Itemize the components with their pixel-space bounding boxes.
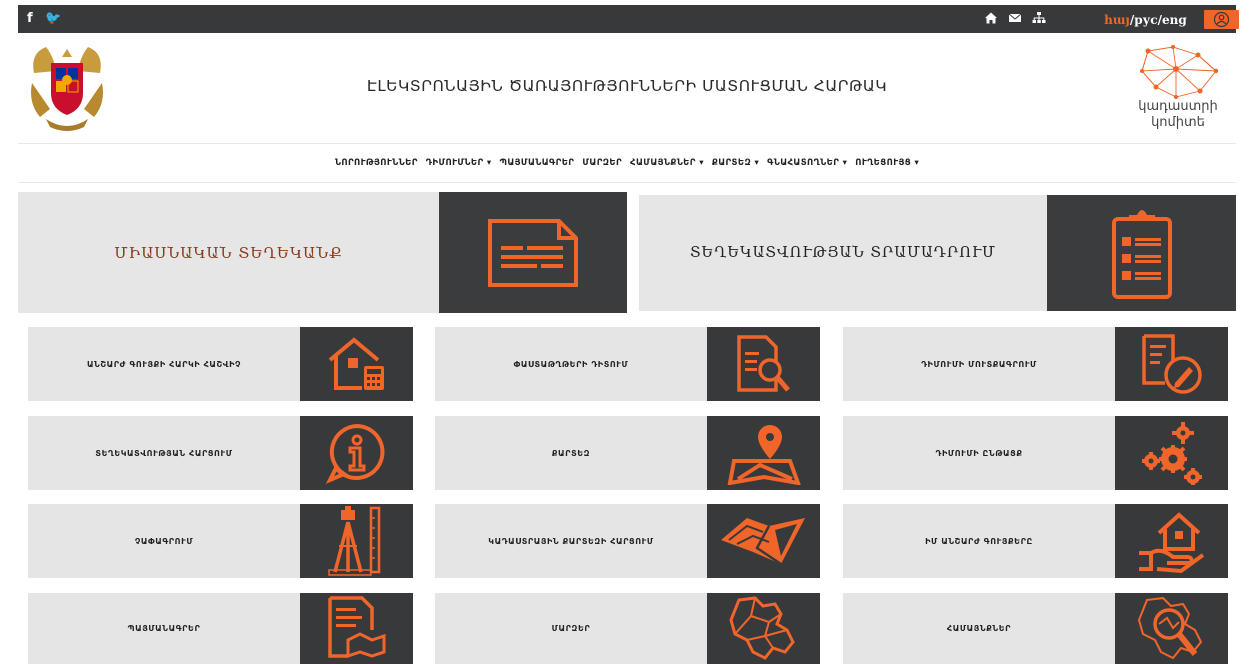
house-calculator-icon (300, 327, 413, 401)
community-search-icon (1115, 593, 1228, 664)
lang-rest[interactable]: /рус/eng (1130, 13, 1187, 27)
user-icon (1213, 11, 1230, 28)
tile-label: ԴԻՄՈՒՄԻ ԸՆԹԱՑՔ (935, 448, 1023, 458)
logo-caption: կադաստրի կոմիտե (1128, 99, 1228, 131)
tax-calculator-tile[interactable]: ԱՆՇԱՐԺ ԳՈՒՅՔԻ ՀԱՐԿԻ ՀԱՇՎԻՉ (28, 327, 413, 401)
nav-item-contracts[interactable]: ՊԱՅՄԱՆԱԳՐԵՐ (500, 158, 575, 168)
information-provision-tile[interactable]: ՏԵՂԵԿԱՏՎՈՒԹՅԱՆ ՏՐԱՄԱԴՐՈՒՄ (639, 195, 1236, 311)
top-bar: f 🐦 հայ/рус/eng (18, 5, 1239, 33)
site-title: ԷԼԵԿՏՐՈՆԱՅԻՆ ԾԱՌԱՅՈՒԹՅՈՒՆՆԵՐԻ ՄԱՏՈՒՑՄԱՆ … (366, 77, 888, 95)
document-search-icon (707, 327, 820, 401)
nav-item-appraisers[interactable]: ԳՆԱՀԱՏՈՂՆԵՐ ▾ (767, 158, 847, 168)
mail-icon[interactable] (1008, 11, 1022, 25)
tile-label: ԿԱԴԱՍՏՐԱՅԻՆ ՔԱՐՏԵԶԻ ՀԱՐՑՈՒՄ (488, 536, 654, 546)
top-icons (984, 11, 1046, 25)
site-header: ԷԼԵԿՏՐՈՆԱՅԻՆ ԾԱՌԱՅՈՒԹՅՈՒՆՆԵՐԻ ՄԱՏՈՒՑՄԱՆ … (18, 33, 1236, 143)
language-switcher[interactable]: հայ/рус/eng (1104, 13, 1187, 27)
document-icon (439, 192, 627, 313)
info-icon (300, 416, 413, 490)
cadastre-committee-logo[interactable] (1128, 43, 1228, 103)
logo-caption-line-1: կադաստրի (1138, 99, 1218, 114)
communities-tile[interactable]: ՀԱՄԱՅՆՔՆԵՐ (843, 593, 1228, 664)
user-button[interactable] (1204, 10, 1239, 29)
documents-view-tile[interactable]: ՓԱՍՏԱԹՂԹԵՐԻ ԴԻՏՈՒՄ (435, 327, 820, 401)
nav-item-guide[interactable]: ՈՒՂԵՑՈՒՅՑ ▾ (855, 158, 919, 168)
main-nav: ՆՈՐՈՒԹՅՈՒՆՆԵՐ ԴԻՄՈՒՄՆԵՐ ▾ ՊԱՅՄԱՆԱԳՐԵՐ ՄԱ… (18, 143, 1236, 183)
unified-certificate-tile[interactable]: ՄԻԱՍՆԱԿԱՆ ՏԵՂԵԿԱՆՔ (18, 192, 627, 313)
logo-caption-line-2: կոմիտե (1151, 115, 1205, 130)
contracts-tile[interactable]: ՊԱՅՄԱՆԱԳՐԵՐ (28, 593, 413, 664)
tile-label: ԴԻՄՈՒՄԻ ՄՈՒՏՔԱԳՐՈՒՄ (921, 359, 1037, 369)
clipboard-icon (1047, 195, 1236, 311)
nav-item-map[interactable]: ՔԱՐՏԵԶ ▾ (712, 158, 759, 168)
application-progress-tile[interactable]: ԴԻՄՈՒՄԻ ԸՆԹԱՑՔ (843, 416, 1228, 490)
social-links[interactable]: f 🐦 (27, 11, 65, 26)
map-pin-icon (707, 416, 820, 490)
contract-handshake-icon (300, 593, 413, 664)
nav-item-news[interactable]: ՆՈՐՈՒԹՅՈՒՆՆԵՐ (335, 158, 418, 168)
information-provision-label: ՏԵՂԵԿԱՏՎՈՒԹՅԱՆ ՏՐԱՄԱԴՐՈՒՄ (689, 245, 997, 261)
unified-certificate-label: ՄԻԱՍՆԱԿԱՆ ՏԵՂԵԿԱՆՔ (114, 243, 343, 262)
tile-label: ԻՄ ԱՆՇԱՐԺ ԳՈՒՅՔԵՐԸ (925, 536, 1033, 546)
nav-item-regions[interactable]: ՄԱՐԶԵՐ (582, 158, 622, 168)
tile-label: ՓԱՍՏԱԹՂԹԵՐԻ ԴԻՏՈՒՄ (513, 359, 629, 369)
tile-label: ՔԱՐՏԵԶ (551, 448, 591, 458)
tile-label: ՊԱՅՄԱՆԱԳՐԵՐ (127, 624, 201, 633)
home-icon[interactable] (984, 11, 998, 25)
map-tile[interactable]: ՔԱՐՏԵԶ (435, 416, 820, 490)
tile-label: ՉԱՓԱԳՐՈՒՄ (134, 536, 194, 546)
tile-label: ՏԵՂԵԿԱՏՎՈՒԹՅԱՆ ՀԱՐՑՈՒՄ (95, 448, 233, 458)
surveying-tripod-icon (300, 504, 413, 578)
tile-label: ՀԱՄԱՅՆՔՆԵՐ (946, 624, 1012, 633)
armenia-regions-icon (707, 593, 820, 664)
application-submission-tile[interactable]: ԴԻՄՈՒՄԻ ՄՈՒՏՔԱԳՐՈՒՄ (843, 327, 1228, 401)
my-real-estate-tile[interactable]: ԻՄ ԱՆՇԱՐԺ ԳՈՒՅՔԵՐԸ (843, 504, 1228, 578)
nav-item-communities[interactable]: ՀԱՄԱՅՆՔՆԵՐ ▾ (630, 158, 704, 168)
folded-map-icon (707, 504, 820, 578)
lang-hy[interactable]: հայ (1104, 13, 1130, 27)
tile-label: ՄԱՐԶԵՐ (551, 624, 591, 633)
document-edit-icon (1115, 327, 1228, 401)
house-in-hand-icon (1115, 504, 1228, 578)
cadastral-map-request-tile[interactable]: ԿԱԴԱՍՏՐԱՅԻՆ ՔԱՐՏԵԶԻ ՀԱՐՑՈՒՄ (435, 504, 820, 578)
sitemap-icon[interactable] (1032, 11, 1046, 25)
regions-tile[interactable]: ՄԱՐԶԵՐ (435, 593, 820, 664)
nav-item-applications[interactable]: ԴԻՄՈՒՄՆԵՐ ▾ (426, 158, 492, 168)
gears-icon (1115, 416, 1228, 490)
tile-label: ԱՆՇԱՐԺ ԳՈՒՅՔԻ ՀԱՐԿԻ ՀԱՇՎԻՉ (86, 359, 242, 369)
information-request-tile[interactable]: ՏԵՂԵԿԱՏՎՈՒԹՅԱՆ ՀԱՐՑՈՒՄ (28, 416, 413, 490)
measurement-tile[interactable]: ՉԱՓԱԳՐՈՒՄ (28, 504, 413, 578)
